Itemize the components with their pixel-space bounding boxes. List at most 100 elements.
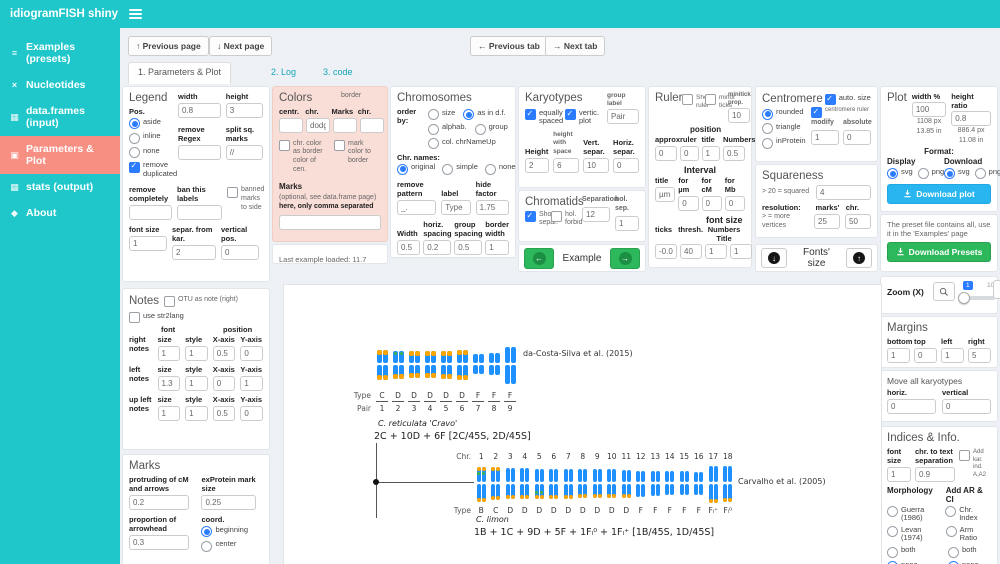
- next-page-button[interactable]: ↓ Next page: [209, 36, 272, 56]
- centromere-ruler-checkbox[interactable]: [811, 107, 822, 118]
- download-presets-button[interactable]: Download Presets: [887, 242, 991, 262]
- ruler-pos-input[interactable]: [680, 146, 699, 161]
- equally-spaced-checkbox[interactable]: [525, 109, 536, 120]
- previous-page-button[interactable]: ↑ Previous page: [128, 36, 209, 56]
- zoom-out-button[interactable]: [933, 282, 955, 301]
- upleft-notes-style-input[interactable]: [185, 406, 208, 421]
- legend-height-input[interactable]: [226, 103, 263, 118]
- vert-separ-input[interactable]: [583, 158, 609, 173]
- pos-none-radio[interactable]: [129, 147, 140, 158]
- sidebar-item-about[interactable]: ◆About: [0, 200, 120, 226]
- arrowhead-input[interactable]: [129, 535, 189, 550]
- use-str2lang-checkbox[interactable]: [129, 312, 140, 323]
- group-spacing-input[interactable]: [454, 240, 482, 255]
- otu-as-note-checkbox[interactable]: [164, 296, 175, 307]
- centr-color-input[interactable]: [279, 118, 303, 133]
- ar-both-radio[interactable]: [948, 547, 959, 558]
- horiz-spacing-input[interactable]: [423, 240, 451, 255]
- legend-font-size-input[interactable]: [129, 236, 167, 251]
- pos-inline-radio[interactable]: [129, 133, 140, 144]
- download-svg-radio[interactable]: [944, 168, 955, 179]
- previous-example-button[interactable]: ←: [524, 248, 554, 269]
- group-label-input[interactable]: [607, 109, 639, 124]
- cen-inprotein-radio[interactable]: [762, 138, 773, 149]
- left-notes-style-input[interactable]: [185, 376, 208, 391]
- marks-border-input[interactable]: [333, 118, 357, 133]
- chr-color-input[interactable]: [306, 118, 330, 133]
- zoom-in-button[interactable]: [993, 280, 1000, 299]
- minitick-prop-input[interactable]: [728, 108, 750, 123]
- split-sq-marks-input[interactable]: [226, 145, 263, 160]
- tab-log[interactable]: 2. Log: [262, 63, 305, 83]
- for-mb-input[interactable]: [725, 196, 745, 211]
- numbers-pos-input[interactable]: [723, 146, 745, 161]
- sidebar-item-stats[interactable]: ▦stats (output): [0, 174, 120, 200]
- absolute-input[interactable]: [843, 130, 871, 145]
- cen-triangle-radio[interactable]: [762, 123, 773, 134]
- sidebar-item-examples[interactable]: ≡Examples (presets): [0, 34, 120, 72]
- sidebar-item-dataframes[interactable]: ▦data.frames (input): [0, 98, 120, 136]
- auto-size-checkbox[interactable]: [825, 94, 836, 105]
- remove-completely-input[interactable]: [129, 205, 172, 220]
- numbers-fontsize-input[interactable]: [705, 244, 727, 259]
- display-svg-radio[interactable]: [887, 168, 898, 179]
- add-kar-ind-checkbox[interactable]: [959, 450, 970, 461]
- order-chrnameup-radio[interactable]: [428, 138, 439, 149]
- names-simple-radio[interactable]: [442, 164, 453, 175]
- names-none-radio[interactable]: [485, 164, 496, 175]
- tab-code[interactable]: 3. code: [314, 63, 362, 83]
- ban-labels-input[interactable]: [177, 205, 222, 220]
- left-notes-y-input[interactable]: [240, 376, 263, 391]
- right-notes-style-input[interactable]: [185, 346, 208, 361]
- title-pos-input[interactable]: [702, 146, 721, 161]
- height-with-space-input[interactable]: [553, 158, 579, 173]
- separation-input[interactable]: [582, 207, 610, 222]
- chr-label-input[interactable]: [441, 200, 470, 215]
- minor-ticks-checkbox[interactable]: [705, 94, 716, 105]
- remove-duplicated-checkbox[interactable]: [129, 162, 140, 173]
- sidebar-item-nucleotides[interactable]: ×Nucleotides: [0, 72, 120, 98]
- download-plot-button[interactable]: Download plot: [887, 184, 991, 204]
- upleft-notes-x-input[interactable]: [213, 406, 236, 421]
- for-um-input[interactable]: [678, 196, 698, 211]
- ticks-input[interactable]: [655, 244, 677, 259]
- banned-marks-checkbox[interactable]: [227, 187, 238, 198]
- ar-arm-ratio-radio[interactable]: [946, 526, 957, 537]
- fonts-smaller-button[interactable]: ↓: [761, 248, 787, 268]
- remove-pattern-input[interactable]: [397, 200, 436, 215]
- upleft-notes-y-input[interactable]: [240, 406, 263, 421]
- upleft-notes-size-input[interactable]: [158, 406, 181, 421]
- kar-height-input[interactable]: [525, 158, 549, 173]
- order-size-radio[interactable]: [428, 109, 439, 120]
- chr-width-input[interactable]: [397, 240, 420, 255]
- move-vertical-input[interactable]: [942, 399, 991, 414]
- cen-rounded-radio[interactable]: [762, 109, 773, 120]
- display-png-radio[interactable]: [918, 168, 929, 179]
- remove-regex-input[interactable]: [178, 145, 221, 160]
- sidebar-toggle-icon[interactable]: [129, 9, 142, 21]
- coord-beginning-radio[interactable]: [201, 526, 212, 537]
- names-original-radio[interactable]: [397, 164, 408, 175]
- hol-sep-input[interactable]: [615, 216, 639, 231]
- indices-font-size-input[interactable]: [887, 467, 911, 482]
- exprotein-input[interactable]: [201, 495, 256, 510]
- margin-right-input[interactable]: [968, 348, 991, 363]
- border-width-input[interactable]: [485, 240, 509, 255]
- chr-to-text-input[interactable]: [915, 467, 955, 482]
- show-separ-checkbox[interactable]: [525, 211, 536, 222]
- chr-color-as-border-checkbox[interactable]: [279, 140, 290, 151]
- right-notes-size-input[interactable]: [158, 346, 181, 361]
- right-notes-x-input[interactable]: [213, 346, 236, 361]
- show-ruler-checkbox[interactable]: [682, 94, 693, 105]
- morph-guerra-radio[interactable]: [887, 506, 898, 517]
- previous-tab-button[interactable]: ← Previous tab: [470, 36, 548, 56]
- for-cm-input[interactable]: [702, 196, 722, 211]
- chr-border-input[interactable]: [360, 118, 384, 133]
- fonts-larger-button[interactable]: ↑: [846, 248, 872, 268]
- order-group-radio[interactable]: [475, 124, 486, 135]
- modify-input[interactable]: [811, 130, 839, 145]
- zoom-slider-thumb[interactable]: [958, 292, 970, 304]
- interval-title-input[interactable]: [655, 187, 675, 202]
- left-notes-x-input[interactable]: [213, 376, 236, 391]
- vertical-pos-input[interactable]: [221, 245, 259, 260]
